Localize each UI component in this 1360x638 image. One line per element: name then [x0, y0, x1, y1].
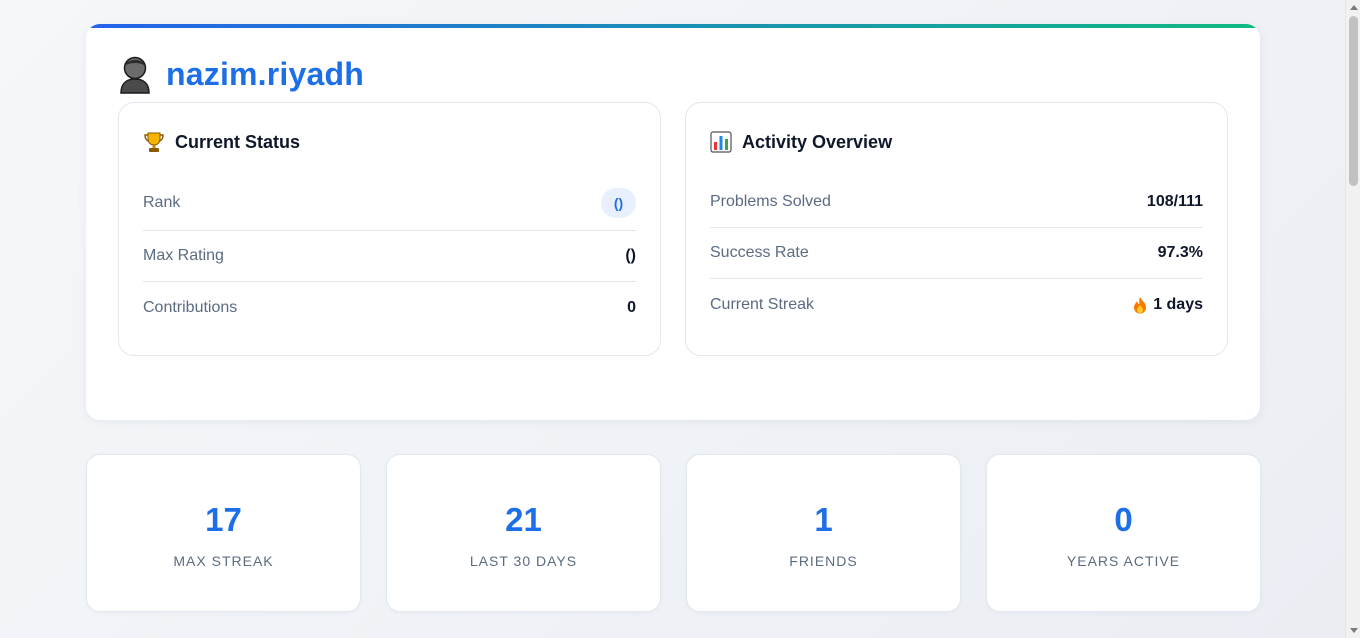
current-streak-text: 1 days	[1153, 295, 1203, 313]
activity-overview-heading: Activity Overview	[742, 131, 893, 152]
trophy-icon	[144, 132, 164, 152]
stat-card-years-active: 0 YEARS ACTIVE	[986, 454, 1261, 612]
problems-solved-row: Problems Solved 108/111	[710, 177, 1203, 228]
profile-header: nazim.riyadh	[118, 54, 364, 94]
scrollbar-thumb[interactable]	[1349, 16, 1358, 186]
years-active-label: YEARS ACTIVE	[1066, 553, 1181, 569]
max-streak-label: MAX STREAK	[173, 553, 274, 569]
friends-label: FRIENDS	[789, 553, 858, 569]
stat-card-last-30-days: 21 LAST 30 DAYS	[386, 454, 661, 612]
current-status-heading: Current Status	[175, 131, 301, 152]
scroll-up-arrow-icon[interactable]	[1346, 0, 1360, 15]
max-rating-value: ()	[625, 247, 636, 264]
activity-overview-panel: Activity Overview Problems Solved 108/11…	[685, 102, 1228, 356]
years-active-value: 0	[1114, 501, 1133, 538]
current-streak-row: Current Streak 1 days	[710, 279, 1203, 330]
rank-badge: ()	[601, 188, 636, 218]
bar-chart-icon	[710, 131, 732, 153]
current-status-rows: Rank () Max Rating () Contributions 0	[143, 176, 636, 333]
profile-card: nazim.riyadh Current Status Rank () Max …	[86, 24, 1260, 420]
success-rate-label: Success Rate	[710, 244, 809, 261]
max-rating-row: Max Rating ()	[143, 231, 636, 282]
rank-row: Rank ()	[143, 176, 636, 231]
contributions-value: 0	[627, 298, 636, 316]
problems-solved-value: 108/111	[1146, 193, 1203, 210]
gradient-top-bar	[86, 24, 1260, 28]
activity-overview-title: Activity Overview	[710, 131, 892, 153]
user-icon	[120, 56, 150, 94]
stat-card-friends: 1 FRIENDS	[686, 454, 961, 612]
stat-card-max-streak: 17 MAX STREAK	[86, 454, 361, 612]
current-streak-label: Current Streak	[710, 295, 815, 313]
rank-label: Rank	[143, 194, 181, 211]
username: nazim.riyadh	[166, 55, 365, 92]
last-30-days-label: LAST 30 DAYS	[469, 553, 578, 569]
current-status-title: Current Status	[143, 131, 300, 153]
last-30-days-value: 21	[505, 501, 542, 538]
fire-icon	[1134, 296, 1147, 313]
activity-overview-rows: Problems Solved 108/111 Success Rate 97.…	[710, 177, 1203, 330]
page: nazim.riyadh Current Status Rank () Max …	[0, 0, 1360, 638]
max-rating-label: Max Rating	[143, 247, 224, 264]
success-rate-row: Success Rate 97.3%	[710, 228, 1203, 279]
friends-value: 1	[814, 501, 833, 538]
vertical-scrollbar[interactable]	[1345, 0, 1360, 638]
contributions-label: Contributions	[143, 298, 238, 316]
problems-solved-label: Problems Solved	[710, 193, 831, 210]
contributions-row: Contributions 0	[143, 282, 636, 333]
current-streak-value: 1 days	[1133, 296, 1203, 314]
scroll-down-arrow-icon[interactable]	[1346, 623, 1360, 638]
success-rate-value: 97.3%	[1157, 244, 1203, 261]
current-status-panel: Current Status Rank () Max Rating () Con…	[118, 102, 661, 356]
max-streak-value: 17	[205, 501, 242, 538]
